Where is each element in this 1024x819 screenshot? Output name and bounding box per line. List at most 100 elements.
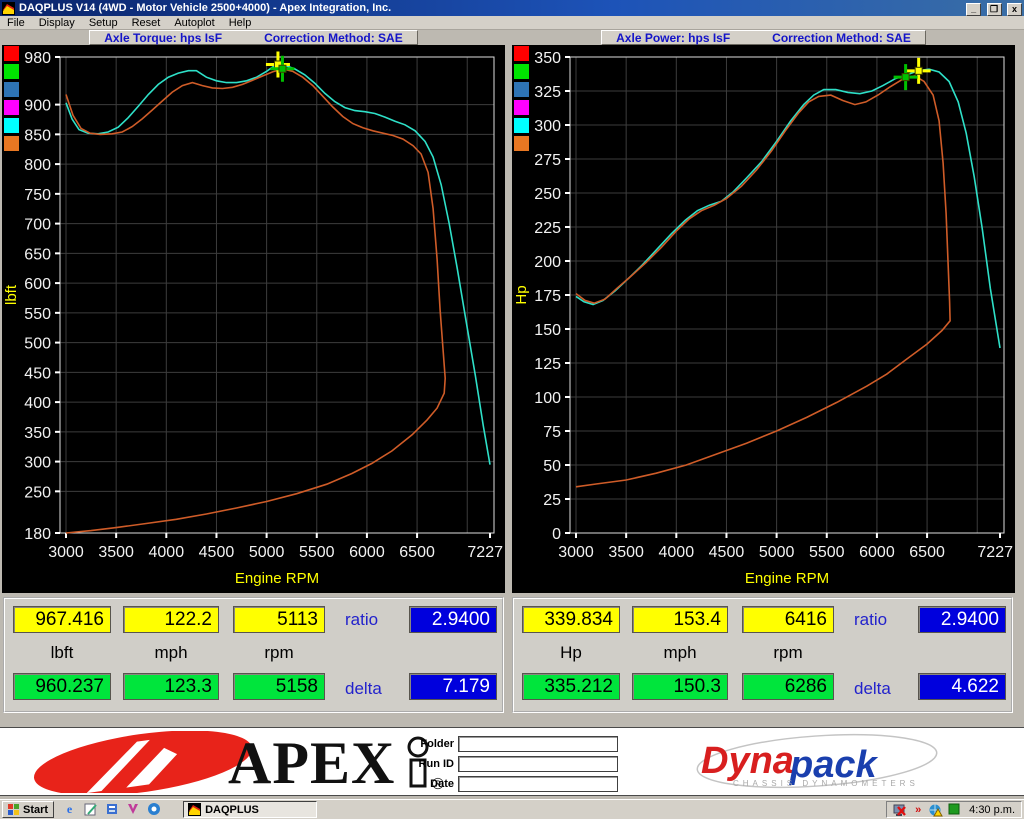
apexi-logo: APEX ®	[28, 731, 468, 793]
legend-swatch-2[interactable]	[514, 82, 529, 97]
power-run-reference	[576, 76, 950, 487]
task-button-label: DAQPLUS	[205, 804, 259, 816]
restore-button[interactable]: ❐	[987, 3, 1002, 16]
svg-text:4000: 4000	[149, 544, 185, 561]
svg-text:750: 750	[24, 187, 51, 204]
menu-item-setup[interactable]: Setup	[82, 17, 125, 29]
app-icon	[188, 803, 201, 816]
rpm-unit-label: rpm	[233, 643, 325, 663]
legend-swatch-4[interactable]	[4, 118, 19, 133]
torque-cursor-rpm: 5113	[233, 606, 325, 633]
messenger-icon[interactable]	[146, 802, 161, 817]
folder-input[interactable]	[458, 736, 618, 752]
runid-field-row: Run ID	[408, 755, 618, 772]
svg-text:980: 980	[24, 50, 51, 67]
x-axis-title: Engine RPM	[235, 570, 319, 587]
windows-logo-icon	[8, 804, 20, 816]
legend-swatch-3[interactable]	[514, 100, 529, 115]
close-button[interactable]: x	[1007, 3, 1022, 16]
svg-text:850: 850	[24, 127, 51, 144]
menu-item-file[interactable]: File	[0, 17, 32, 29]
power-unit-label: Hp	[522, 643, 620, 663]
svg-text:6000: 6000	[859, 544, 895, 561]
torque-run-current	[66, 65, 490, 465]
torque-chart-title: Axle Torque: hps IsF	[104, 31, 222, 45]
torque-legend	[4, 46, 21, 154]
green-status-icon[interactable]	[947, 803, 961, 817]
legend-swatch-4[interactable]	[514, 118, 529, 133]
window-title: DAQPLUS V14 (4WD - Motor Vehicle 2500+40…	[19, 2, 965, 14]
legend-swatch-1[interactable]	[4, 64, 19, 79]
window-buttons: _ ❐ x	[965, 0, 1022, 17]
svg-text:7227: 7227	[977, 544, 1013, 561]
legend-swatch-5[interactable]	[4, 136, 19, 151]
runid-input[interactable]	[458, 756, 618, 772]
media-icon[interactable]	[125, 802, 140, 817]
legend-swatch-0[interactable]	[514, 46, 529, 61]
title-bar: DAQPLUS V14 (4WD - Motor Vehicle 2500+40…	[0, 0, 1024, 16]
svg-text:6500: 6500	[399, 544, 435, 561]
date-input[interactable]	[458, 776, 618, 792]
dynapack-logo: Dyna pack CHASSIS DYNAMOMETERS	[695, 731, 945, 793]
svg-text:900: 900	[24, 98, 51, 115]
svg-text:4500: 4500	[199, 544, 235, 561]
rpm-unit-label: rpm	[742, 643, 834, 663]
ratio-value: 2.9400	[409, 606, 497, 633]
torque-ref-rpm: 5158	[233, 673, 325, 700]
power-correction-method: Correction Method: SAE	[772, 31, 911, 45]
power-plot[interactable]: 3503253002752502252001751501251007550250…	[512, 45, 1015, 593]
svg-text:200: 200	[534, 254, 561, 271]
legend-swatch-1[interactable]	[514, 64, 529, 79]
app-icon	[2, 2, 15, 15]
dynapack-subtitle: CHASSIS DYNAMOMETERS	[733, 779, 919, 788]
svg-text:7227: 7227	[467, 544, 503, 561]
power-readout-panel: 339.834 153.4 6416 ratio 2.9400 Hp mph r…	[512, 597, 1013, 713]
svg-text:275: 275	[534, 152, 561, 169]
taskbar-clock[interactable]: 4:30 p.m.	[969, 804, 1015, 816]
menu-item-autoplot[interactable]: Autoplot	[167, 17, 221, 29]
channels-icon[interactable]	[104, 802, 119, 817]
legend-swatch-3[interactable]	[4, 100, 19, 115]
ratio-value: 2.9400	[918, 606, 1006, 633]
torque-run-reference	[66, 69, 445, 533]
delta-value: 7.179	[409, 673, 497, 700]
daqplus-task-button[interactable]: DAQPLUS	[183, 801, 317, 818]
svg-text:150: 150	[534, 322, 561, 339]
runid-label: Run ID	[408, 758, 454, 770]
svg-text:4000: 4000	[659, 544, 695, 561]
menu-item-reset[interactable]: Reset	[125, 17, 168, 29]
date-field-row: Date	[408, 775, 618, 792]
menu-item-display[interactable]: Display	[32, 17, 82, 29]
system-tray: » 4:30 p.m.	[886, 801, 1022, 818]
show-desktop-icon[interactable]	[83, 802, 98, 817]
svg-text:5500: 5500	[299, 544, 335, 561]
power-chart: 3503253002752502252001751501251007550250…	[512, 45, 1015, 593]
legend-swatch-2[interactable]	[4, 82, 19, 97]
svg-text:6000: 6000	[349, 544, 385, 561]
display-error-icon[interactable]	[893, 803, 907, 817]
fast-forward-icon[interactable]: »	[911, 803, 925, 817]
ie-icon[interactable]: e	[62, 802, 77, 817]
legend-swatch-5[interactable]	[514, 136, 529, 151]
date-label: Date	[408, 778, 454, 790]
svg-text:3000: 3000	[558, 544, 594, 561]
start-button[interactable]: Start	[2, 801, 54, 818]
svg-text:3000: 3000	[48, 544, 84, 561]
legend-swatch-0[interactable]	[4, 46, 19, 61]
minimize-button[interactable]: _	[966, 3, 981, 16]
svg-text:300: 300	[24, 455, 51, 472]
power-legend	[514, 46, 531, 154]
svg-text:100: 100	[534, 390, 561, 407]
svg-text:75: 75	[543, 424, 561, 441]
cursor-marker-1	[894, 64, 918, 90]
svg-text:400: 400	[24, 395, 51, 412]
torque-plot[interactable]: 9809008508007507006506005505004504003503…	[2, 45, 505, 593]
power-ref-rpm: 6286	[742, 673, 834, 700]
torque-readout-panel: 967.416 122.2 5113 ratio 2.9400 lbft mph…	[3, 597, 504, 713]
menu-bar: File Display Setup Reset Autoplot Help	[0, 16, 1024, 30]
menu-item-help[interactable]: Help	[222, 17, 259, 29]
torque-unit-label: lbft	[13, 643, 111, 663]
globe-warning-icon[interactable]	[929, 803, 943, 817]
torque-correction-method: Correction Method: SAE	[264, 31, 403, 45]
svg-text:125: 125	[534, 356, 561, 373]
